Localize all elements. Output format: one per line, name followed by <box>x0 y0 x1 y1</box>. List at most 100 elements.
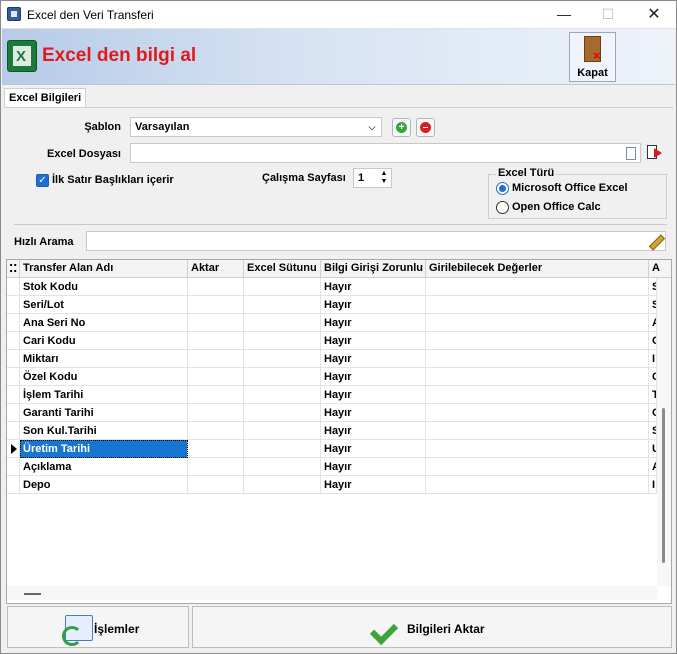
cell-allowed-values[interactable] <box>426 296 649 314</box>
cell-extra[interactable]: U <box>649 440 657 458</box>
row-selector[interactable] <box>7 440 20 458</box>
cell-allowed-values[interactable] <box>426 386 649 404</box>
table-row[interactable]: Açıklama Hayır A <box>7 458 657 476</box>
horizontal-scrollbar[interactable] <box>7 586 657 600</box>
column-header-required[interactable]: Bilgi Girişi Zorunlu <box>321 260 426 278</box>
cell-required[interactable]: Hayır <box>321 296 426 314</box>
cell-excel-column[interactable] <box>244 350 321 368</box>
cell-required[interactable]: Hayır <box>321 278 426 296</box>
edit-pen-icon[interactable] <box>648 235 662 249</box>
cell-allowed-values[interactable] <box>426 422 649 440</box>
row-selector[interactable] <box>7 314 20 332</box>
cell-allowed-values[interactable] <box>426 314 649 332</box>
transfer-fields-grid[interactable]: ⁚⁚ Transfer Alan Adı Aktar Excel Sütunu … <box>6 259 672 604</box>
cell-required[interactable]: Hayır <box>321 440 426 458</box>
cell-extra[interactable]: S <box>649 278 657 296</box>
horizontal-scroll-thumb[interactable] <box>24 593 41 595</box>
table-row[interactable]: Cari Kodu Hayır C <box>7 332 657 350</box>
cell-extra[interactable]: A <box>649 458 657 476</box>
cell-transfer[interactable] <box>188 422 244 440</box>
minimize-button[interactable]: — <box>541 1 587 29</box>
template-select[interactable]: Varsayılan ⌵ <box>130 117 382 137</box>
add-template-button[interactable]: + <box>392 118 411 137</box>
excel-file-input[interactable] <box>130 143 641 163</box>
cell-transfer[interactable] <box>188 314 244 332</box>
tab-excel-info[interactable]: Excel Bilgileri <box>4 88 86 108</box>
cell-transfer[interactable] <box>188 476 244 494</box>
spin-arrows-icon[interactable]: ▲ ▼ <box>379 170 389 186</box>
column-header-allowed-values[interactable]: Girilebilecek Değerler <box>426 260 649 278</box>
cell-allowed-values[interactable] <box>426 440 649 458</box>
table-row[interactable]: Seri/Lot Hayır S <box>7 296 657 314</box>
cell-excel-column[interactable] <box>244 368 321 386</box>
cell-field-name[interactable]: Stok Kodu <box>20 278 188 296</box>
cell-transfer[interactable] <box>188 458 244 476</box>
column-header-excel-column[interactable]: Excel Sütunu <box>244 260 321 278</box>
cell-allowed-values[interactable] <box>426 476 649 494</box>
row-selector[interactable] <box>7 386 20 404</box>
cell-required[interactable]: Hayır <box>321 422 426 440</box>
cell-extra[interactable]: C <box>649 332 657 350</box>
row-selector[interactable] <box>7 458 20 476</box>
cell-required[interactable]: Hayır <box>321 314 426 332</box>
cell-extra[interactable]: C <box>649 404 657 422</box>
cell-field-name[interactable]: Ana Seri No <box>20 314 188 332</box>
cell-allowed-values[interactable] <box>426 278 649 296</box>
row-selector[interactable] <box>7 404 20 422</box>
column-header-transfer[interactable]: Aktar <box>188 260 244 278</box>
cell-excel-column[interactable] <box>244 440 321 458</box>
cell-excel-column[interactable] <box>244 476 321 494</box>
cell-extra[interactable]: S <box>649 296 657 314</box>
cell-excel-column[interactable] <box>244 278 321 296</box>
cell-extra[interactable]: C <box>649 368 657 386</box>
table-row[interactable]: İşlem Tarihi Hayır T <box>7 386 657 404</box>
row-selector[interactable] <box>7 422 20 440</box>
cell-extra[interactable]: T <box>649 386 657 404</box>
cell-allowed-values[interactable] <box>426 332 649 350</box>
table-row[interactable]: Ana Seri No Hayır A <box>7 314 657 332</box>
cell-extra[interactable]: I <box>649 350 657 368</box>
row-selector[interactable] <box>7 476 20 494</box>
cell-transfer[interactable] <box>188 440 244 458</box>
cell-excel-column[interactable] <box>244 386 321 404</box>
cell-field-name[interactable]: Açıklama <box>20 458 188 476</box>
cell-field-name[interactable]: İşlem Tarihi <box>20 386 188 404</box>
cell-extra[interactable]: S <box>649 422 657 440</box>
cell-field-name[interactable]: Cari Kodu <box>20 332 188 350</box>
table-row[interactable]: Garanti Tarihi Hayır C <box>7 404 657 422</box>
row-selector[interactable] <box>7 350 20 368</box>
cell-required[interactable]: Hayır <box>321 368 426 386</box>
cell-allowed-values[interactable] <box>426 350 649 368</box>
cell-required[interactable]: Hayır <box>321 404 426 422</box>
vertical-scrollbar[interactable] <box>657 278 671 586</box>
row-selector[interactable] <box>7 296 20 314</box>
cell-allowed-values[interactable] <box>426 458 649 476</box>
row-selector[interactable] <box>7 368 20 386</box>
table-row[interactable]: Stok Kodu Hayır S <box>7 278 657 296</box>
first-row-header-checkbox[interactable]: ✓ <box>36 174 49 187</box>
table-row[interactable]: Son Kul.Tarihi Hayır S <box>7 422 657 440</box>
table-row[interactable]: Miktarı Hayır I <box>7 350 657 368</box>
cell-required[interactable]: Hayır <box>321 476 426 494</box>
table-row[interactable]: Üretim Tarihi Hayır U <box>7 440 657 458</box>
cell-transfer[interactable] <box>188 368 244 386</box>
close-button[interactable]: Kapat <box>569 32 616 82</box>
cell-extra[interactable]: A <box>649 314 657 332</box>
column-header-extra[interactable]: A <box>649 260 671 278</box>
cell-extra[interactable]: I <box>649 476 657 494</box>
close-window-button[interactable]: ✕ <box>631 1 676 29</box>
radio-open-office-calc[interactable] <box>496 201 509 214</box>
cell-field-name[interactable]: Miktarı <box>20 350 188 368</box>
cell-excel-column[interactable] <box>244 458 321 476</box>
radio-microsoft-excel[interactable] <box>496 182 509 195</box>
cell-required[interactable]: Hayır <box>321 332 426 350</box>
cell-required[interactable]: Hayır <box>321 386 426 404</box>
cell-field-name[interactable]: Garanti Tarihi <box>20 404 188 422</box>
cell-excel-column[interactable] <box>244 296 321 314</box>
cell-field-name[interactable]: Son Kul.Tarihi <box>20 422 188 440</box>
cell-field-name[interactable]: Özel Kodu <box>20 368 188 386</box>
column-header-field-name[interactable]: Transfer Alan Adı <box>20 260 188 278</box>
cell-transfer[interactable] <box>188 404 244 422</box>
cell-transfer[interactable] <box>188 386 244 404</box>
cell-allowed-values[interactable] <box>426 368 649 386</box>
